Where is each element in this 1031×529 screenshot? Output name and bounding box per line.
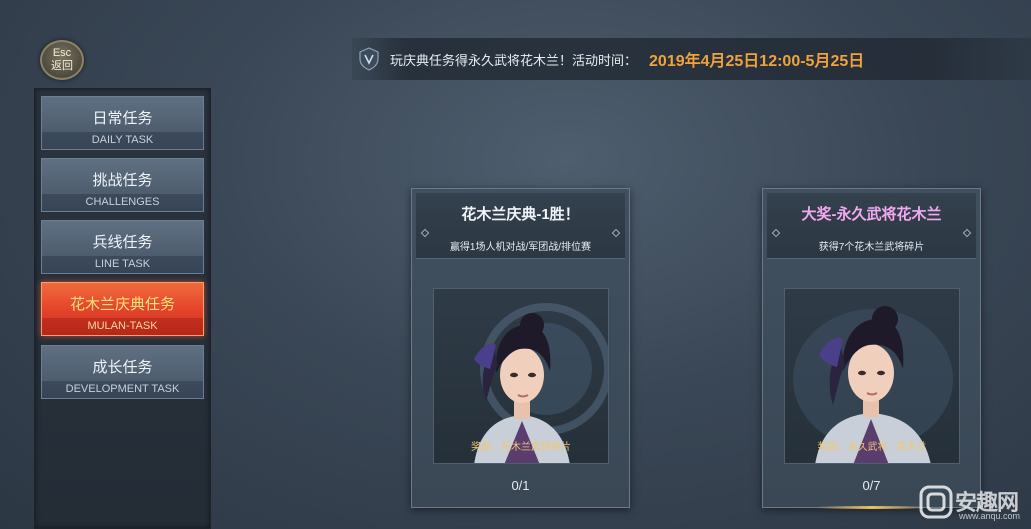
card-description: 获得7个花木兰武将碎片 <box>818 242 925 253</box>
card-description: 赢得1场人机对战/军团战/排位赛 <box>449 242 592 253</box>
tab-sublabel: LINE TASK <box>42 256 203 273</box>
reward-text: 奖励：永久武将 · 花木兰 <box>817 442 927 453</box>
diamond-ornament-icon <box>771 228 781 238</box>
tab-line-task[interactable]: 兵线任务 LINE TASK <box>41 220 204 274</box>
esc-key-label: Esc <box>52 47 72 59</box>
reward-portrait: 奖励：永久武将 · 花木兰 <box>784 288 960 464</box>
card-title: 花木兰庆典-1胜！ <box>461 206 580 223</box>
reward-portrait: 奖励：花木兰武将碎片 <box>433 288 609 464</box>
tab-label: 花木兰庆典任务 <box>69 296 175 313</box>
tab-daily-task[interactable]: 日常任务 DAILY TASK <box>41 96 204 150</box>
tab-sublabel: DEVELOPMENT TASK <box>42 381 203 398</box>
shield-emblem-icon <box>359 47 379 71</box>
tab-label: 成长任务 <box>92 359 153 376</box>
progress-count: 0/1 <box>511 478 530 493</box>
card-glow <box>816 506 927 509</box>
card-header: 花木兰庆典-1胜！ 赢得1场人机对战/军团战/排位赛 <box>416 193 625 259</box>
task-card-first-win[interactable]: 花木兰庆典-1胜！ 赢得1场人机对战/军团战/排位赛 奖励：花木兰武将碎片 0/… <box>411 188 630 508</box>
tab-challenges[interactable]: 挑战任务 CHALLENGES <box>41 158 204 212</box>
card-header: 大奖-永久武将花木兰 获得7个花木兰武将碎片 <box>767 193 976 259</box>
task-card-grand-prize[interactable]: 大奖-永久武将花木兰 获得7个花木兰武将碎片 奖励：永久武将 · 花木兰 0/7 <box>762 188 981 509</box>
diamond-ornament-icon <box>962 228 972 238</box>
site-watermark: 安趣网 www.anqu.com <box>919 481 1025 525</box>
back-label: 返回 <box>51 60 73 72</box>
anqu-logo-icon <box>919 485 953 519</box>
diamond-ornament-icon <box>611 228 621 238</box>
card-title: 大奖-永久武将花木兰 <box>801 206 942 223</box>
tab-sublabel: MULAN-TASK <box>42 318 203 335</box>
esc-back-button[interactable]: Esc 返回 <box>40 40 84 80</box>
task-sidebar: 日常任务 DAILY TASK 挑战任务 CHALLENGES 兵线任务 LIN… <box>34 88 211 529</box>
tab-sublabel: CHALLENGES <box>42 194 203 211</box>
tab-sublabel: DAILY TASK <box>42 132 203 149</box>
event-banner: 玩庆典任务得永久武将花木兰！活动时间： 2019年4月25日12:00-5月25… <box>352 38 1031 80</box>
diamond-ornament-icon <box>420 228 430 238</box>
tab-development-task[interactable]: 成长任务 DEVELOPMENT TASK <box>41 345 204 399</box>
tab-label: 兵线任务 <box>92 234 153 251</box>
event-time: 2019年4月25日12:00-5月25日 <box>649 53 865 70</box>
banner-text: 玩庆典任务得永久武将花木兰！活动时间： <box>390 52 638 68</box>
tab-label: 挑战任务 <box>92 172 153 189</box>
tab-label: 日常任务 <box>92 110 153 127</box>
tab-mulan-task[interactable]: 花木兰庆典任务 MULAN-TASK <box>41 282 204 336</box>
watermark-url: www.anqu.com <box>959 511 1021 521</box>
reward-text: 奖励：花木兰武将碎片 <box>471 442 571 453</box>
